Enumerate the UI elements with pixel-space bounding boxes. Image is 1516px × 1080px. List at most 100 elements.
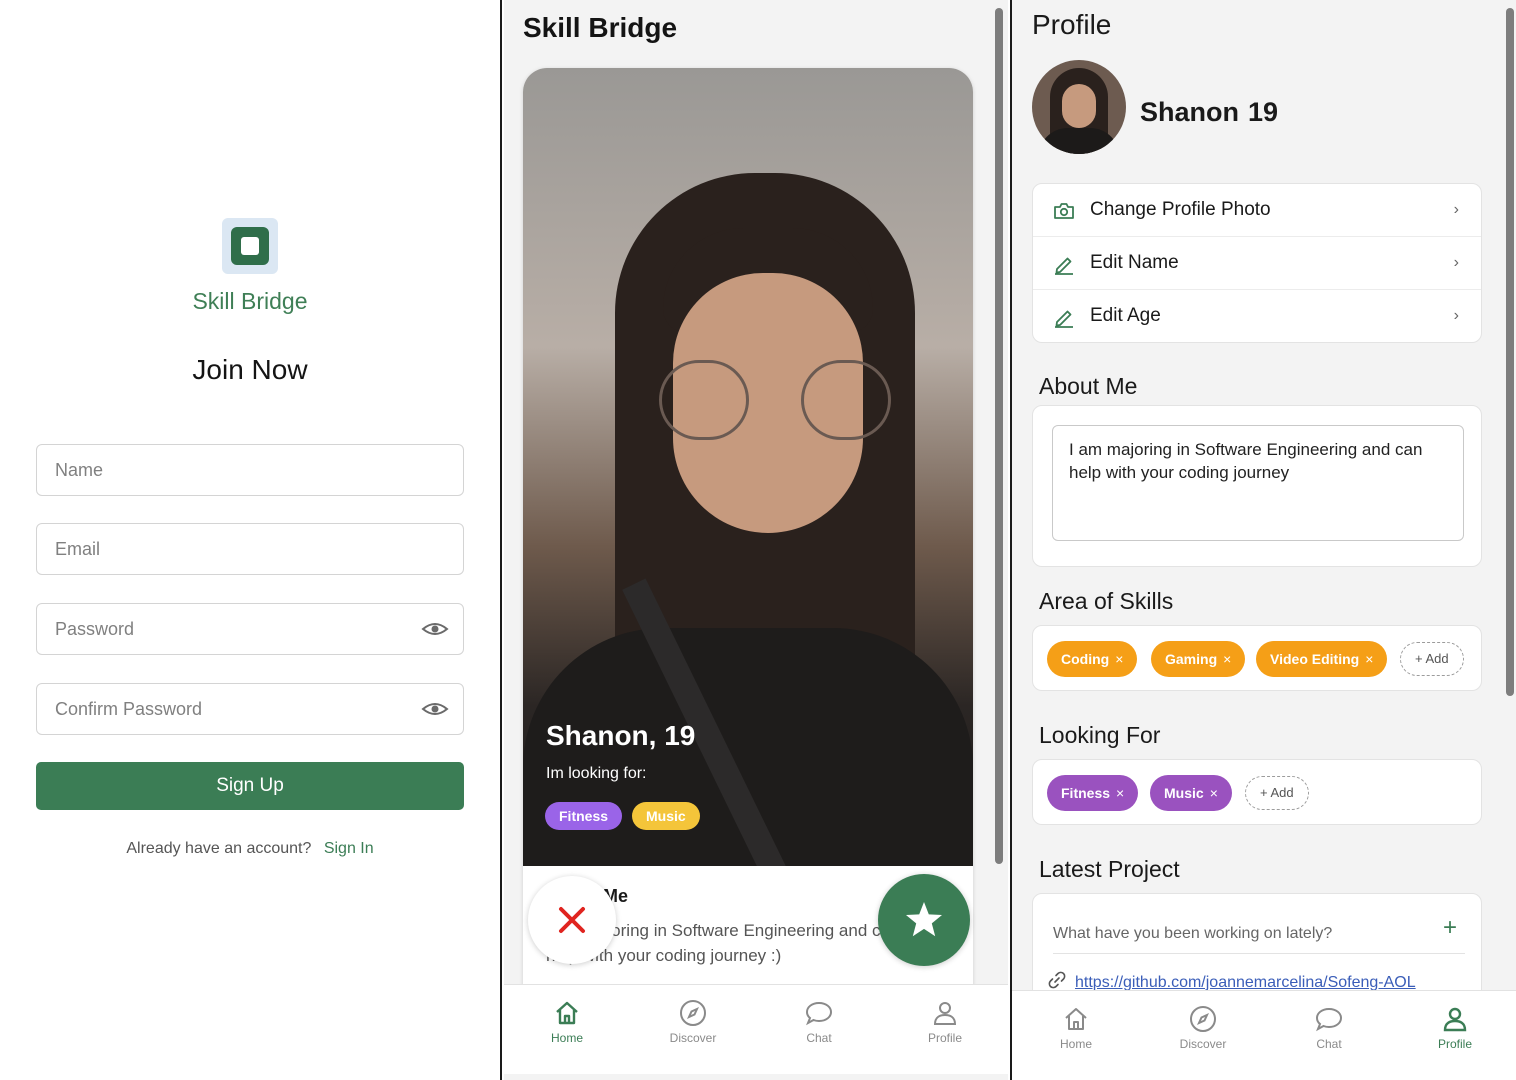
menu-label: Edit Age — [1090, 305, 1161, 326]
compass-icon — [680, 1000, 706, 1026]
close-icon — [559, 907, 585, 933]
looking-for-card: Fitness × Music × + Add — [1032, 759, 1482, 825]
add-looking-button[interactable]: + Add — [1245, 776, 1309, 810]
nav-discover-label: Discover — [669, 1031, 717, 1045]
email-field[interactable] — [36, 523, 464, 575]
add-project-button[interactable]: + — [1443, 914, 1457, 942]
app-title: Skill Bridge — [523, 12, 678, 43]
nav-profile[interactable]: Profile — [900, 999, 990, 1045]
chat-icon — [805, 1001, 833, 1026]
user-icon — [1443, 1007, 1467, 1032]
home-icon — [556, 1001, 578, 1025]
profile-age: 19 — [1248, 97, 1279, 127]
app-logo-icon — [222, 218, 278, 274]
name-input[interactable] — [37, 445, 463, 495]
page-title: Join Now — [192, 354, 308, 385]
about-me-card: I am majoring in Software Engineering an… — [1032, 405, 1482, 567]
nav-discover[interactable]: Discover — [1158, 1005, 1248, 1051]
remove-icon[interactable]: × — [1223, 651, 1231, 667]
star-icon — [906, 902, 942, 937]
chevron-right-icon: › — [1453, 254, 1459, 271]
chevron-right-icon: › — [1453, 307, 1459, 324]
looking-tag[interactable]: Fitness × — [1047, 775, 1139, 811]
remove-icon[interactable]: × — [1210, 785, 1218, 801]
page-title: Profile — [1032, 9, 1112, 40]
menu-edit-name[interactable]: Edit Name › — [1033, 237, 1481, 290]
user-icon — [933, 1002, 957, 1025]
menu-label: Change Profile Photo — [1090, 199, 1271, 220]
skill-tag[interactable]: Coding × — [1047, 641, 1138, 677]
nav-profile-label: Profile — [1437, 1037, 1472, 1051]
nav-chat[interactable]: Chat — [1284, 1005, 1374, 1051]
latest-project-title: Latest Project — [1039, 856, 1180, 882]
menu-change-photo[interactable]: Change Profile Photo › — [1033, 184, 1481, 237]
link-icon — [1048, 971, 1066, 989]
pencil-icon — [1055, 257, 1073, 275]
have-account-text: Already have an account? — [126, 840, 312, 857]
pencil-icon — [1055, 310, 1073, 328]
home-screen: Skill Bridge Shanon, 19 Im looking for: … — [504, 0, 1008, 1080]
bottom-nav: Home Discover Chat Profile — [1012, 990, 1516, 1080]
skill-label: Video Editing — [1270, 651, 1360, 667]
looking-label: Fitness — [1061, 785, 1111, 801]
confirm-password-field[interactable] — [36, 683, 464, 735]
remove-icon[interactable]: × — [1365, 651, 1373, 667]
about-me-title: About Me — [1039, 373, 1138, 399]
skill-label: Coding — [1061, 651, 1110, 667]
nav-chat[interactable]: Chat — [774, 999, 864, 1045]
nav-home-label: Home — [550, 1031, 583, 1045]
signup-screen: Skill Bridge Join Now Sign Up Already ha… — [0, 0, 502, 1080]
sign-up-button[interactable]: Sign Up — [36, 762, 464, 810]
nav-chat-label: Chat — [806, 1031, 832, 1045]
password-input[interactable] — [37, 604, 463, 654]
project-input[interactable] — [1053, 914, 1465, 954]
looking-for-label: Im looking for: — [546, 765, 647, 782]
chat-icon — [1315, 1007, 1343, 1032]
skill-tag[interactable]: Video Editing × — [1256, 641, 1388, 677]
card-name-age: Shanon, 19 — [546, 720, 696, 751]
eye-icon[interactable] — [421, 619, 449, 639]
profile-card[interactable]: Shanon, 19 Im looking for: Fitness Music… — [523, 68, 973, 998]
looking-label: Music — [1164, 785, 1204, 801]
scrollbar[interactable] — [995, 8, 1003, 864]
nav-chat-label: Chat — [1316, 1037, 1342, 1051]
reject-button[interactable] — [528, 876, 616, 964]
nav-home[interactable]: Home — [1031, 1005, 1121, 1051]
project-link[interactable]: https://github.com/joannemarcelina/Sofen… — [1047, 970, 1416, 992]
email-input[interactable] — [37, 524, 463, 574]
profile-name: Shanon — [1140, 97, 1239, 127]
skill-tag[interactable]: Gaming × — [1151, 641, 1246, 677]
nav-discover-label: Discover — [1179, 1037, 1227, 1051]
about-me-textarea[interactable]: I am majoring in Software Engineering an… — [1052, 425, 1464, 541]
favorite-button[interactable] — [878, 874, 970, 966]
nav-profile-label: Profile — [927, 1031, 962, 1045]
skill-label: Gaming — [1165, 651, 1218, 667]
password-field[interactable] — [36, 603, 464, 655]
tag-music: Music — [632, 802, 700, 830]
add-skill-button[interactable]: + Add — [1400, 642, 1464, 676]
camera-icon — [1054, 203, 1074, 219]
nav-home[interactable]: Home — [522, 999, 612, 1045]
profile-menu: Change Profile Photo › Edit Name › Edit … — [1032, 183, 1482, 343]
scrollbar[interactable] — [1506, 8, 1514, 696]
nav-home-label: Home — [1059, 1037, 1092, 1051]
chevron-right-icon: › — [1453, 201, 1459, 218]
nav-profile[interactable]: Profile — [1410, 1005, 1500, 1051]
compass-icon — [1190, 1006, 1216, 1032]
skills-title: Area of Skills — [1039, 588, 1174, 614]
confirm-password-input[interactable] — [37, 684, 463, 734]
nav-discover[interactable]: Discover — [648, 999, 738, 1045]
avatar — [1032, 60, 1126, 154]
eye-icon[interactable] — [421, 699, 449, 719]
looking-tag[interactable]: Music × — [1150, 775, 1232, 811]
name-field[interactable] — [36, 444, 464, 496]
looking-for-title: Looking For — [1039, 722, 1161, 748]
menu-edit-age[interactable]: Edit Age › — [1033, 290, 1481, 343]
sign-in-link[interactable]: Sign In — [324, 840, 374, 857]
home-icon — [1065, 1008, 1087, 1030]
tag-fitness: Fitness — [545, 802, 623, 830]
remove-icon[interactable]: × — [1115, 651, 1123, 667]
menu-label: Edit Name — [1090, 252, 1179, 273]
remove-icon[interactable]: × — [1116, 785, 1124, 801]
bottom-nav: Home Discover Chat Profile — [504, 984, 1008, 1074]
